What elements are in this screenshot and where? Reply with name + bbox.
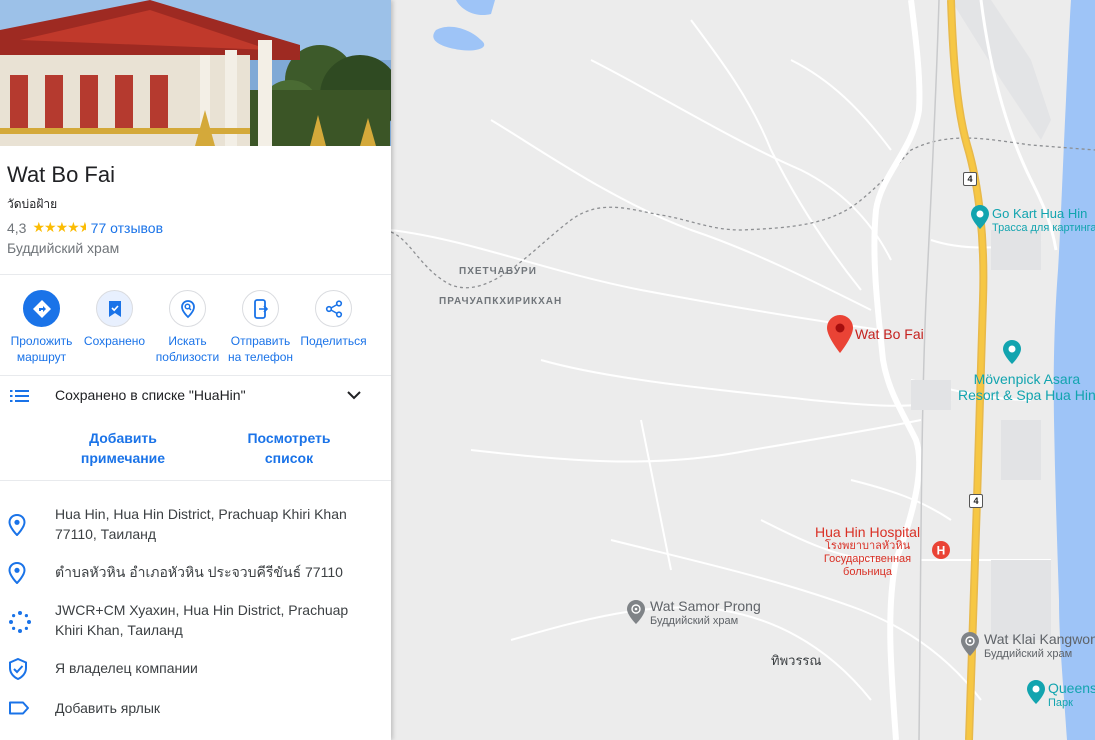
wat-samor-temple-icon[interactable] [627, 600, 645, 624]
plus-code-icon [9, 611, 31, 633]
saved-list-row[interactable]: Сохранено в списке "HuaHin" [0, 376, 391, 416]
pond-north [456, 0, 495, 16]
sea [1053, 0, 1095, 740]
claim-business-text: Я владелец компании [55, 660, 198, 676]
wat-klai-sub: Буддийский храм [984, 648, 1073, 660]
action-bar: Проложить маршрут Сохранено Искать побли… [0, 290, 391, 365]
movenpick-line2: Resort & Spa Hua Hin [958, 387, 1095, 403]
add-note-button[interactable]: Добавить примечание [73, 428, 173, 468]
directions-label: Проложить маршрут [10, 334, 73, 364]
reviews-link[interactable]: 77 отзывов [91, 220, 163, 236]
chevron-down-icon[interactable] [346, 388, 362, 402]
queens-park-label[interactable]: Queens Парк [1048, 681, 1095, 711]
map-base [391, 0, 1095, 740]
airport-area [951, 0, 1051, 140]
send-to-phone-label: Отправить на телефон [227, 334, 294, 364]
rating-row: 4,3 ★★★★★ 77 отзывов [7, 219, 163, 236]
place-title: Wat Bo Fai [7, 162, 115, 187]
place-local-name: วัดบ่อฝ้าย [7, 197, 58, 211]
wat-samor-sub: Буддийский храм [650, 615, 739, 627]
queens-name: Queens [1048, 680, 1095, 696]
secondary-road [871, 0, 923, 740]
divider [0, 480, 391, 481]
list-icon [10, 390, 29, 402]
place-panel: Wat Bo Fai วัดบ่อฝ้าย 4,3 ★★★★★ 77 отзыв… [0, 0, 391, 740]
selected-pin-label[interactable]: Wat Bo Fai [855, 326, 924, 342]
place-photo[interactable] [0, 0, 391, 146]
go-kart-sub: Трасса для картинга [992, 222, 1095, 234]
saved-list-text: Сохранено в списке "HuaHin" [55, 387, 246, 403]
hospital-sub1: Государственная [823, 553, 912, 565]
pond [433, 26, 485, 51]
divider [0, 274, 391, 275]
verified-shield-icon [9, 658, 27, 680]
wat-klai-name: Wat Klai Kangwon [984, 631, 1095, 647]
hospital-thai: โรงพยาบาลหัวหิน [824, 540, 911, 552]
svg-text:H: H [937, 544, 946, 558]
thai-address-text: ตำบลหัวหิน อำเภอหัวหิน ประจวบคีรีขันธ์ 7… [55, 564, 343, 580]
bookmark-icon [96, 290, 133, 327]
movenpick-line1: Mövenpick Asara [973, 371, 1081, 387]
hospital-sub2: больница [843, 566, 893, 578]
send-to-phone-button[interactable]: Отправить на телефон [224, 290, 297, 365]
wat-klai-temple-icon[interactable] [961, 632, 979, 656]
rating-stars-icon: ★★★★★ [32, 219, 86, 235]
saved-label: Сохранено [83, 334, 146, 348]
movenpick-pin-icon[interactable] [1003, 340, 1021, 364]
share-button[interactable]: Поделиться [297, 290, 370, 365]
go-kart-label[interactable]: Go Kart Hua Hin Трасса для картинга [992, 206, 1095, 236]
saved-button[interactable]: Сохранено [78, 290, 151, 365]
label-tag-icon [9, 701, 29, 715]
hospital-name: Hua Hin Hospital [815, 524, 921, 540]
area-label-phetchaburi: ПХЕТЧАБУРИ [459, 266, 537, 277]
place-category[interactable]: Буддийский храм [7, 240, 119, 256]
railway [918, 0, 940, 740]
location-pin-icon [8, 562, 26, 584]
area-label-prachuap: ПРАЧУАПКХИРИКХАН [439, 296, 563, 307]
send-to-phone-icon [242, 290, 279, 327]
district-label-thipwaran: ทิพวรรณ [771, 653, 822, 668]
rating-value: 4,3 [7, 219, 27, 236]
route-4-shield-south: 4 [969, 494, 983, 508]
hospital-label[interactable]: Hua Hin Hospital โรงพยาบาลหัวหิน Государ… [815, 525, 920, 579]
nearby-label: Искать поблизости [155, 334, 220, 364]
queens-sub: Парк [1048, 697, 1073, 709]
go-kart-name: Go Kart Hua Hin [992, 206, 1088, 221]
hospital-icon[interactable]: H [931, 540, 951, 560]
wat-samor-label[interactable]: Wat Samor Prong Буддийский храм [650, 599, 761, 629]
address-text: Hua Hin, Hua Hin District, Prachuap Khir… [55, 506, 347, 542]
selected-pin-icon[interactable] [827, 315, 853, 353]
nearby-icon [169, 290, 206, 327]
share-icon [315, 290, 352, 327]
nearby-button[interactable]: Искать поблизости [151, 290, 224, 365]
view-list-button[interactable]: Посмотреть список [238, 428, 340, 468]
directions-button[interactable]: Проложить маршрут [5, 290, 78, 365]
go-kart-pin-icon[interactable] [971, 205, 989, 229]
queens-park-pin-icon[interactable] [1027, 680, 1045, 704]
plus-code-text: JWCR+CM Хуахин, Hua Hin District, Prachu… [55, 602, 349, 638]
map-view[interactable]: 4 4 ПХЕТЧАБУРИ ПРАЧУАПКХИРИКХАН Wat Bo F… [391, 0, 1095, 740]
wat-klai-label[interactable]: Wat Klai Kangwon Буддийский храм [984, 632, 1095, 662]
directions-icon [23, 290, 60, 327]
add-label-text: Добавить ярлык [55, 700, 161, 716]
location-pin-icon [8, 514, 26, 536]
movenpick-label[interactable]: Mövenpick Asara Resort & Spa Hua Hin [958, 371, 1095, 403]
route-4-shield: 4 [963, 172, 977, 186]
share-label: Поделиться [300, 334, 367, 348]
wat-samor-name: Wat Samor Prong [650, 598, 761, 614]
